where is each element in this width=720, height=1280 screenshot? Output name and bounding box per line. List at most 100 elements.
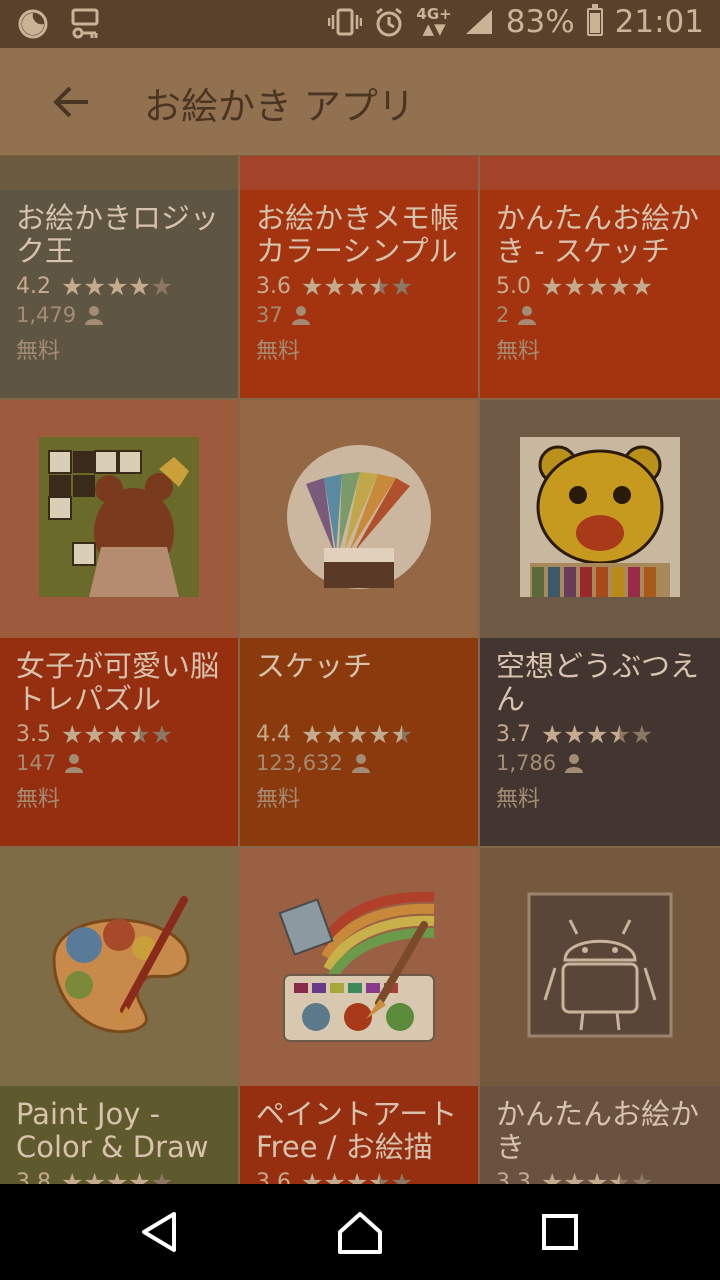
price-label: 無料 <box>256 787 301 812</box>
app-rating: 3.3 ★★★★★ <box>496 1168 704 1184</box>
app-name: お絵かきロジック王 <box>16 202 220 268</box>
star-rating-icon: ★★★★★ <box>301 720 414 749</box>
home-nav-icon[interactable] <box>332 1204 388 1260</box>
bear-puzzle-icon <box>39 437 199 601</box>
app-info: 空想どうぶつえん 3.7 ★★★★★ 1,786 無料 <box>480 638 720 813</box>
app-rating: 3.6 ★★★★★ <box>256 1168 462 1184</box>
back-nav-icon[interactable] <box>132 1204 188 1260</box>
app-card[interactable]: お絵かきロジック王 4.2 ★★★★★ 1,479 無料 <box>0 190 240 400</box>
star-rating-icon: ★★★★★ <box>61 272 174 301</box>
palette-icon <box>34 890 204 1044</box>
app-rating: 5.0 ★★★★★ <box>496 272 704 301</box>
download-count: 147 <box>16 751 222 775</box>
star-rating-icon: ★★★★★ <box>301 1168 413 1184</box>
rating-value: 4.4 <box>256 722 291 747</box>
app-info: お絵かきメモ帳カラーシンプル 3.6 ★★★★★ 37 無料 <box>240 190 478 365</box>
app-name: かんたんお絵かき - スケッチ <box>496 202 700 268</box>
status-bar: 4G+ ▲▼ 83% 21:01 <box>0 0 720 48</box>
price-label: 無料 <box>496 339 541 364</box>
person-icon <box>65 754 84 773</box>
app-card[interactable]: ペイントアート Free / お絵描き… 3.6 ★★★★★ <box>240 848 480 1184</box>
rating-value: 3.7 <box>496 722 531 747</box>
page-title: お絵かき アプリ <box>144 85 415 128</box>
star-rating-icon: ★★★★★ <box>301 272 414 301</box>
price-label: 無料 <box>256 339 301 364</box>
tiger-icon <box>520 437 680 601</box>
app-info: 女子が可愛い脳トレパズル く… 3.5 ★★★★★ 147 無料 <box>0 638 238 813</box>
app-card[interactable]: お絵かきメモ帳カラーシンプル 3.6 ★★★★★ 37 無料 <box>240 190 480 400</box>
app-rating: 3.8 ★★★★★ <box>16 1168 222 1184</box>
app-rating: 3.5 ★★★★★ <box>16 720 222 749</box>
download-count: 123,632 <box>256 751 462 775</box>
download-count-value: 147 <box>16 751 57 775</box>
rating-value: 3.3 <box>496 1170 531 1184</box>
price-label: 無料 <box>16 787 61 812</box>
navigation-bar <box>0 1184 720 1280</box>
person-icon <box>291 306 310 325</box>
app-card[interactable]: 空想どうぶつえん 3.7 ★★★★★ 1,786 無料 <box>480 400 720 848</box>
alarm-icon <box>376 7 403 37</box>
app-name: ペイントアート Free / お絵描き… <box>256 1098 458 1164</box>
recents-nav-icon[interactable] <box>532 1204 588 1260</box>
price-label: 無料 <box>496 787 541 812</box>
download-count-value: 1,786 <box>496 751 557 775</box>
rainbow-fan-icon <box>284 442 434 596</box>
person-icon <box>565 754 584 773</box>
app-rating: 3.6 ★★★★★ <box>256 272 462 301</box>
download-count: 37 <box>256 303 462 327</box>
app-info: ペイントアート Free / お絵描き… 3.6 ★★★★★ <box>240 1086 478 1184</box>
app-rating: 4.2 ★★★★★ <box>16 272 222 301</box>
app-bar: お絵かき アプリ <box>0 48 720 156</box>
app-card[interactable]: かんたんお絵かき - スケッチ 5.0 ★★★★★ 2 無料 <box>480 190 720 400</box>
moon-icon <box>18 9 48 39</box>
app-icon-area <box>240 400 478 638</box>
previous-row-strip <box>0 156 720 190</box>
app-icon-area <box>0 848 238 1086</box>
clock: 21:01 <box>614 4 704 40</box>
key-icon <box>71 8 99 39</box>
app-rating: 3.7 ★★★★★ <box>496 720 704 749</box>
person-icon <box>518 306 537 325</box>
app-card[interactable]: かんたんお絵かき 3.3 ★★★★★ <box>480 848 720 1184</box>
app-info: かんたんお絵かき - スケッチ 5.0 ★★★★★ 2 無料 <box>480 190 720 365</box>
person-icon <box>351 754 370 773</box>
app-icon-area <box>480 400 720 638</box>
network-indicator: 4G+ ▲▼ <box>416 5 452 38</box>
star-rating-icon: ★★★★★ <box>541 720 654 749</box>
download-count-value: 2 <box>496 303 510 327</box>
app-card[interactable]: スケッチ 4.4 ★★★★★ 123,632 無料 <box>240 400 480 848</box>
strip-cell <box>240 156 480 190</box>
battery-percent: 83% <box>505 4 575 40</box>
battery-level <box>589 13 600 33</box>
app-icon-area <box>0 400 238 638</box>
price-label: 無料 <box>16 339 61 364</box>
download-count-value: 123,632 <box>256 751 343 775</box>
download-count-value: 37 <box>256 303 283 327</box>
app-card[interactable]: Paint Joy - Color & Draw 3.8 ★★★★★ <box>0 848 240 1184</box>
rating-value: 5.0 <box>496 274 531 299</box>
app-icon-area <box>240 848 478 1086</box>
star-rating-icon: ★★★★★ <box>61 720 174 749</box>
download-count: 2 <box>496 303 704 327</box>
rating-value: 3.6 <box>256 1170 291 1184</box>
app-info: お絵かきロジック王 4.2 ★★★★★ 1,479 無料 <box>0 190 238 365</box>
watercolor-rainbow-icon <box>274 885 444 1049</box>
app-icon-area <box>480 848 720 1086</box>
back-arrow-icon[interactable] <box>48 78 96 126</box>
battery-icon <box>586 4 603 36</box>
app-info: かんたんお絵かき 3.3 ★★★★★ <box>480 1086 720 1184</box>
rating-value: 4.2 <box>16 274 51 299</box>
android-sketch-icon <box>525 890 675 1044</box>
app-info: スケッチ 4.4 ★★★★★ 123,632 無料 <box>240 638 478 813</box>
app-name: 女子が可愛い脳トレパズル く… <box>16 650 220 716</box>
app-card[interactable]: 女子が可愛い脳トレパズル く… 3.5 ★★★★★ 147 無料 <box>0 400 240 848</box>
rating-value: 3.8 <box>16 1170 51 1184</box>
strip-cell <box>0 156 240 190</box>
app-info: Paint Joy - Color & Draw 3.8 ★★★★★ <box>0 1086 238 1184</box>
rating-value: 3.6 <box>256 274 291 299</box>
strip-cell <box>480 156 720 190</box>
app-name: お絵かきメモ帳カラーシンプル <box>256 202 460 268</box>
app-list: お絵かきロジック王 4.2 ★★★★★ 1,479 無料 お絵かきメモ帳カラーシン… <box>0 156 720 1184</box>
app-grid: お絵かきロジック王 4.2 ★★★★★ 1,479 無料 お絵かきメモ帳カラーシン… <box>0 190 720 1184</box>
app-name: 空想どうぶつえん <box>496 650 700 716</box>
